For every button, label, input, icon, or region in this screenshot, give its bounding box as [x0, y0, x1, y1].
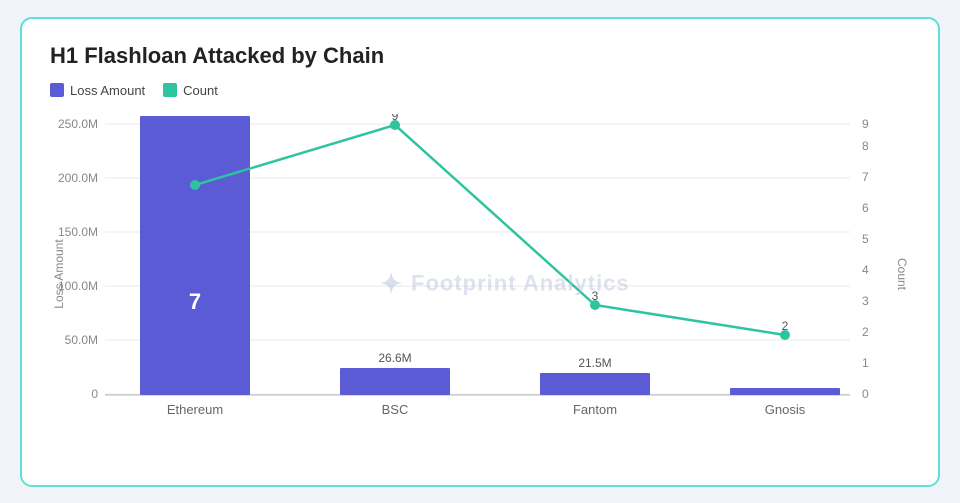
- y-axis-right-title: Count: [895, 257, 909, 290]
- y-right-3: 3: [862, 294, 869, 308]
- count-line: [195, 125, 785, 335]
- bar-gnosis: [730, 388, 840, 395]
- y-right-8: 8: [862, 139, 869, 153]
- chart-title: H1 Flashloan Attacked by Chain: [50, 43, 910, 69]
- y-right-5: 5: [862, 232, 869, 246]
- count-label-fantom: 3: [592, 289, 599, 303]
- y-label-150m: 150.0M: [58, 225, 98, 239]
- count-label-ethereum: 7: [189, 289, 201, 314]
- legend-count: Count: [163, 83, 218, 98]
- count-label-bsc: 9: [392, 114, 399, 123]
- y-label-250m: 250.0M: [58, 117, 98, 131]
- chart-card: H1 Flashloan Attacked by Chain Loss Amou…: [20, 17, 940, 487]
- chart-svg: 0 50.0M 100.0M 150.0M 200.0M 250.0M Loss…: [50, 114, 910, 454]
- x-label-bsc: BSC: [382, 402, 409, 417]
- y-right-6: 6: [862, 201, 869, 215]
- y-right-4: 4: [862, 263, 869, 277]
- legend-count-label: Count: [183, 83, 218, 98]
- chart-legend: Loss Amount Count: [50, 83, 910, 98]
- y-axis-left-title: Loss Amount: [52, 238, 66, 308]
- y-label-50m: 50.0M: [65, 333, 98, 347]
- label-fantom: 21.5M: [578, 356, 611, 370]
- y-right-2: 2: [862, 325, 869, 339]
- bar-fantom: [540, 373, 650, 395]
- chart-area: ✦ Footprint Analytics 0 50.0M 100.0M 150…: [50, 114, 910, 454]
- legend-loss-amount: Loss Amount: [50, 83, 145, 98]
- label-bsc: 26.6M: [378, 351, 411, 365]
- y-right-1: 1: [862, 356, 869, 370]
- y-right-7: 7: [862, 170, 869, 184]
- legend-loss-label: Loss Amount: [70, 83, 145, 98]
- x-label-gnosis: Gnosis: [765, 402, 806, 417]
- count-label-gnosis: 2: [782, 319, 789, 333]
- legend-count-box: [163, 83, 177, 97]
- bar-bsc: [340, 368, 450, 395]
- y-right-0: 0: [862, 387, 869, 401]
- y-label-0: 0: [91, 387, 98, 401]
- bar-ethereum: [140, 116, 250, 395]
- y-label-200m: 200.0M: [58, 171, 98, 185]
- x-label-ethereum: Ethereum: [167, 402, 223, 417]
- legend-loss-box: [50, 83, 64, 97]
- y-right-9: 9: [862, 117, 869, 131]
- x-label-fantom: Fantom: [573, 402, 617, 417]
- dot-ethereum: [190, 180, 200, 190]
